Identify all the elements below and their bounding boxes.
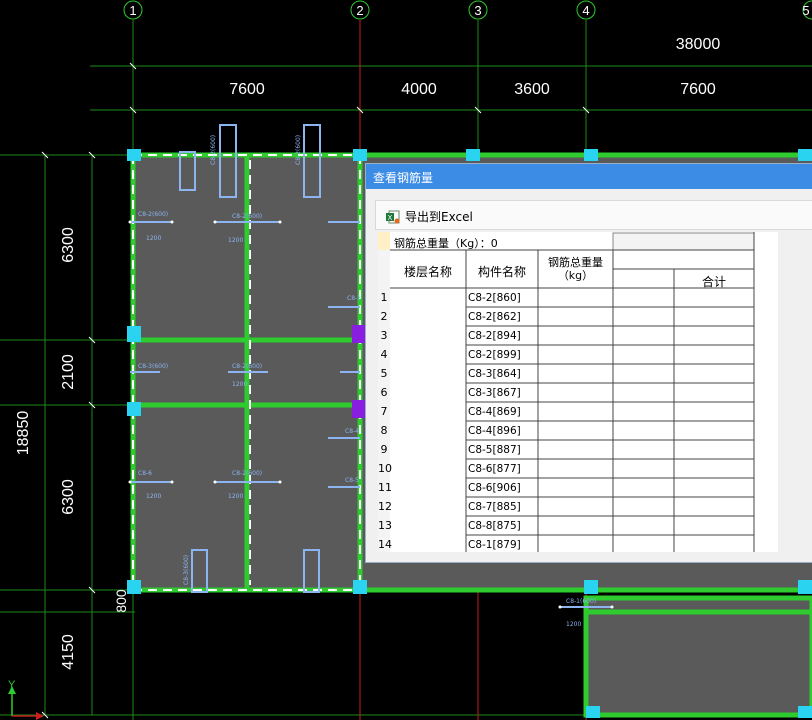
component-name-cell[interactable]: C8-6[877] [468,463,521,475]
row-number[interactable]: 11 [378,481,392,494]
axis-label-3: 3 [474,3,481,18]
row-number[interactable]: 5 [378,367,390,380]
dim-total-y: 18850 [15,411,32,456]
dim-row-4: 800 [113,589,129,613]
row-number[interactable]: 13 [378,519,392,532]
dialog-title: 查看钢筋量 [373,171,434,185]
beam-label: C8-6 [138,470,152,477]
axis-label-2: 2 [356,3,363,18]
svg-text:X: X [388,214,393,222]
beam-label: C8-1(600) [566,598,596,605]
col-header-component[interactable]: 构件名称 [466,263,538,280]
beam-label: C8-2(600) [138,211,168,218]
row-number[interactable]: 1 [378,291,390,304]
component-name-cell[interactable]: C8-8[875] [468,520,521,532]
beam-label: C8-2(600) [232,213,262,220]
row-number[interactable]: 12 [378,500,392,513]
ucs-y-label: Y [8,679,16,691]
col-header-floor[interactable]: 楼层名称 [390,263,466,280]
component-name-cell[interactable]: C8-3[867] [468,387,521,399]
dim-row-3: 6300 [60,479,77,515]
row-number[interactable]: 7 [378,405,390,418]
col-header-sum[interactable]: 合计 [674,273,754,290]
export-label: 导出到Excel [405,209,473,224]
beam-sublabel: 1200 [146,235,161,242]
total-weight-label: 钢筋总重量（Kg）：0 [394,237,498,250]
dim-row-1: 6300 [60,227,77,263]
row-number[interactable]: 4 [378,348,390,361]
beam-label: C8-2(600) [295,135,302,165]
beam-label: C8-3 [347,295,361,302]
row-number[interactable]: 9 [378,443,390,456]
component-name-cell[interactable]: C8-4[869] [468,406,521,418]
dim-row-5: 4150 [60,634,77,670]
beam-label: C8-2(600) [232,470,262,477]
col-header-weight[interactable]: 钢筋总重量 （kg） [538,256,613,282]
dim-span-3: 3600 [514,81,550,98]
rebar-table[interactable]: 钢筋总重量（Kg）：0 楼层名称 构件名称 钢筋总重量 （kg） 合计 1 C8-… [378,232,778,552]
beam-sublabel: 1200 [228,237,243,244]
dialog-title-bar[interactable]: 查看钢筋量 [366,164,812,189]
dim-total-x: 38000 [676,36,721,53]
dim-span-4: 7600 [680,81,716,98]
component-name-cell[interactable]: C8-2[899] [468,349,521,361]
component-name-cell[interactable]: C8-6[906] [468,482,521,494]
beam-label: C8-5 [345,477,359,484]
ucs-icon: Y [8,679,44,720]
beam-sublabel: 1200 [566,621,581,628]
rebar-quantity-dialog[interactable]: 查看钢筋量 X 导出到Excel 钢筋总重量（Kg）：0 楼层名称 构件名称 钢… [365,163,812,563]
export-excel-button[interactable]: X 导出到Excel [386,207,473,225]
row-number[interactable]: 10 [378,462,392,475]
beam-label: C8-3(600) [138,363,168,370]
dim-span-1: 7600 [229,81,265,98]
dialog-toolbar: X 导出到Excel [375,200,812,230]
beam-sublabel: 1200 [146,493,161,500]
dim-row-2: 2100 [60,354,77,390]
excel-icon: X [386,209,400,224]
component-name-cell[interactable]: C8-2[860] [468,292,521,304]
component-name-cell[interactable]: C8-1[879] [468,539,521,551]
axis-label-5: 5 [802,3,809,18]
beam-label: C8-4 [345,428,359,435]
component-name-cell[interactable]: C8-7[885] [468,501,521,513]
row-number[interactable]: 8 [378,424,390,437]
component-name-cell[interactable]: C8-5[887] [468,444,521,456]
beam-label: C8-2(600) [232,363,262,370]
row-number[interactable]: 3 [378,329,390,342]
axis-label-1: 1 [129,3,136,18]
axis-bubbles: 1 2 3 4 5 [123,0,812,20]
component-name-cell[interactable]: C8-2[862] [468,311,521,323]
axis-label-4: 4 [582,3,589,18]
beam-sublabel: 1200 [232,381,247,388]
beam-label: C8-2(600) [210,135,217,165]
row-number[interactable]: 6 [378,386,390,399]
dim-span-2: 4000 [401,81,437,98]
component-name-cell[interactable]: C8-4[896] [468,425,521,437]
beam-label: C8-3(600) [183,555,190,585]
row-number[interactable]: 14 [378,538,392,551]
beam-sublabel: 1200 [228,493,243,500]
row-number[interactable]: 2 [378,310,390,323]
component-name-cell[interactable]: C8-2[894] [468,330,521,342]
component-name-cell[interactable]: C8-3[864] [468,368,521,380]
